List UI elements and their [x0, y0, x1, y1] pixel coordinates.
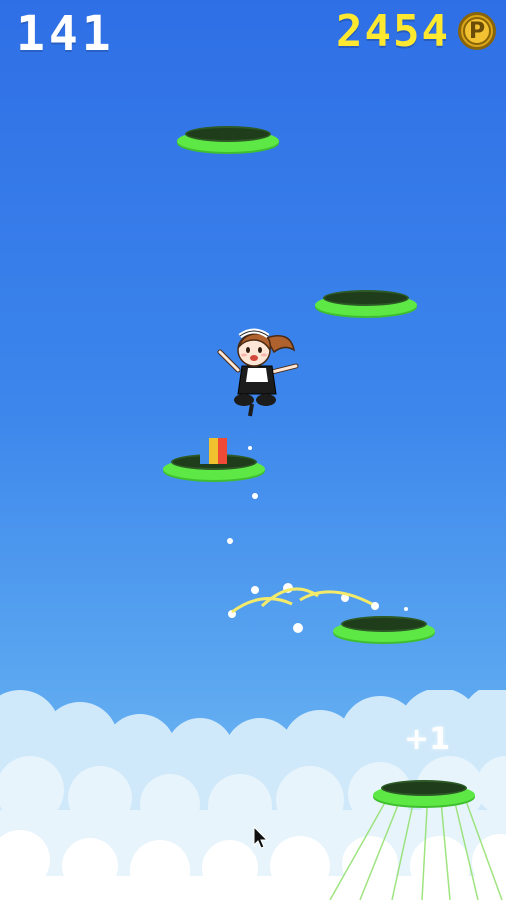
game-stage[interactable]: 141 2454 P +1: [0, 0, 506, 900]
platform-launch-top: [373, 778, 475, 808]
mouse-cursor-icon: [253, 826, 269, 849]
launch-beams-overlay: [329, 789, 503, 900]
score-gain-popup: +1: [404, 722, 451, 757]
